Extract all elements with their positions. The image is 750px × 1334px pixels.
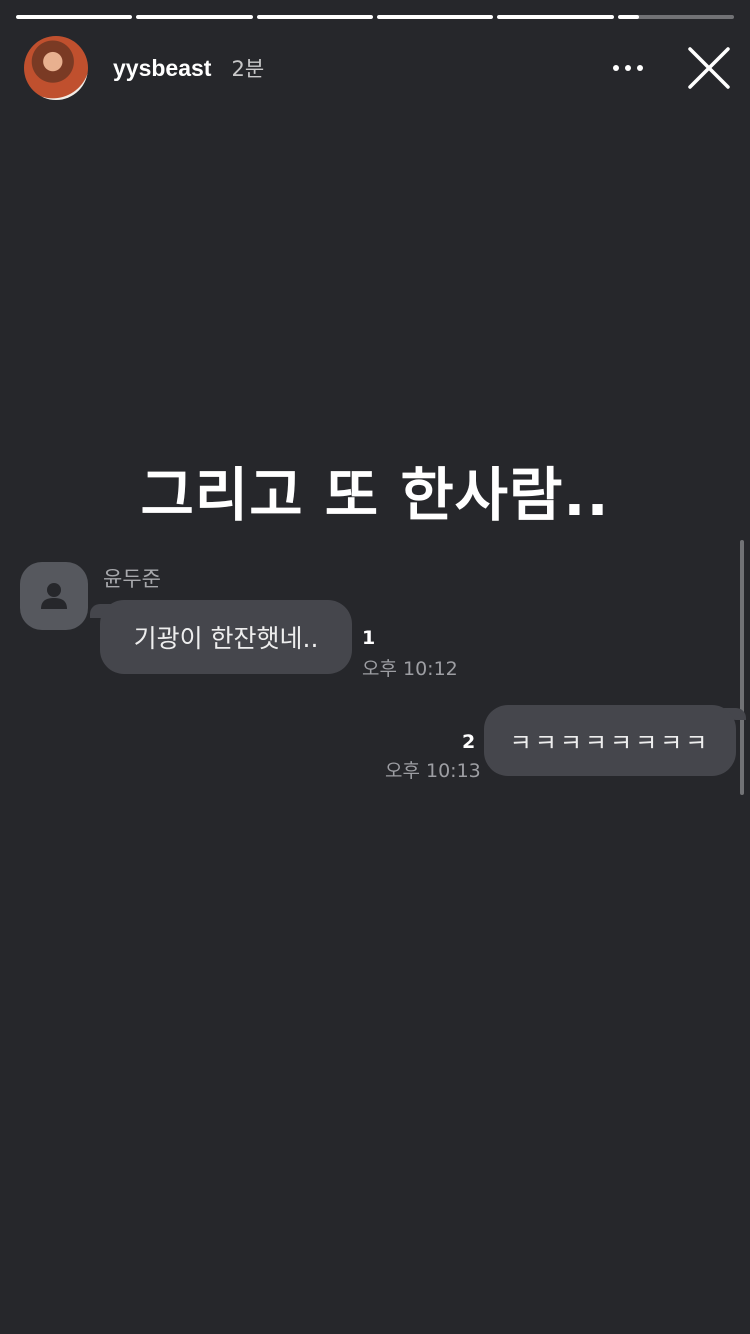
progress-segment — [497, 15, 614, 19]
message-text: ㅋㅋㅋㅋㅋㅋㅋㅋ — [509, 729, 711, 757]
message-timestamp: 오후 10:13 — [385, 760, 481, 782]
progress-segment-current — [617, 15, 734, 19]
outgoing-message-bubble[interactable]: ㅋㅋㅋㅋㅋㅋㅋㅋ — [484, 705, 736, 776]
avatar[interactable] — [24, 36, 88, 100]
story-progress-bar — [16, 15, 734, 19]
more-horizontal-icon — [610, 65, 646, 71]
story-caption: 그리고 또 한사람.. — [140, 461, 610, 529]
unread-count: 1 — [362, 627, 376, 649]
post-time: 2분 — [231, 57, 265, 81]
story-header: yysbeast 2분 — [24, 36, 732, 100]
message-text: 기광이 한잔햇네.. — [133, 624, 319, 653]
close-icon — [688, 47, 730, 89]
progress-segment — [256, 15, 373, 19]
incoming-message-bubble[interactable]: 기광이 한잔햇네.. — [100, 600, 352, 674]
person-icon — [41, 583, 67, 609]
progress-segment — [16, 15, 133, 19]
unread-count: 2 — [462, 731, 476, 753]
username[interactable]: yysbeast — [113, 55, 211, 82]
progress-segment — [376, 15, 494, 19]
chat-scrollbar — [740, 540, 744, 795]
message-timestamp: 오후 10:12 — [362, 658, 458, 680]
more-options-button[interactable] — [608, 48, 648, 88]
sender-profile-picture[interactable] — [20, 562, 88, 630]
progress-segment — [136, 15, 253, 19]
close-button[interactable] — [686, 45, 732, 91]
sender-name: 윤두준 — [103, 567, 161, 591]
